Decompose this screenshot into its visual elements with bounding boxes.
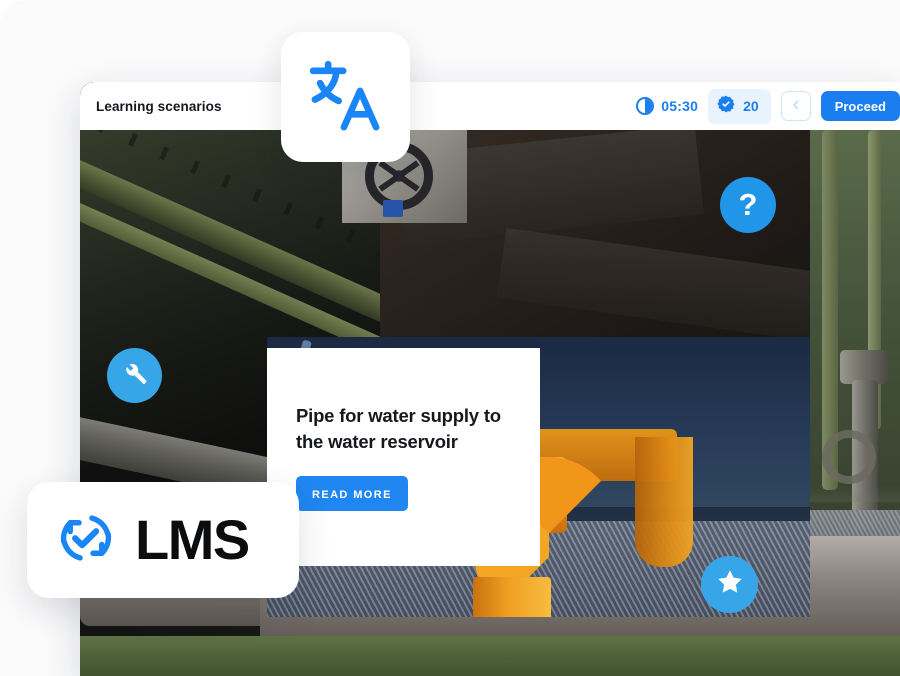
pie-clock-icon	[636, 97, 655, 115]
star-icon	[715, 567, 745, 602]
back-button[interactable]	[780, 91, 811, 121]
card-title: Pipe for water supply to the water reser…	[296, 405, 501, 452]
header-controls: 05:30 20 Proceed	[636, 82, 900, 130]
page-title: Learning scenarios	[96, 98, 222, 114]
maintenance-hotspot-button[interactable]	[107, 348, 162, 403]
right-valve-wheel-icon	[822, 430, 876, 484]
page-canvas: Pipe for water supply to the water reser…	[0, 0, 900, 676]
lms-logo-card: LMS	[27, 482, 299, 598]
translate-icon	[304, 53, 388, 142]
scenario-content-card: Pipe for water supply to the water reser…	[267, 348, 540, 566]
lms-wordmark: LMS	[135, 508, 250, 571]
chevron-left-icon	[790, 99, 802, 114]
timer-value: 05:30	[661, 98, 699, 114]
verified-check-badge-icon	[717, 95, 735, 118]
read-more-button[interactable]: READ MORE	[296, 475, 408, 511]
read-more-label: READ MORE	[312, 488, 392, 501]
app-header: Learning scenarios 05:30 20 Proceed	[80, 82, 900, 130]
achievement-hotspot-button[interactable]	[701, 556, 758, 613]
points-value: 20	[743, 98, 759, 114]
help-hotspot-button[interactable]: ?	[720, 177, 776, 233]
proceed-button[interactable]: Proceed	[820, 91, 900, 121]
timer: 05:30	[636, 97, 698, 115]
sync-check-icon	[55, 507, 117, 574]
points-badge[interactable]: 20	[708, 88, 771, 124]
proceed-label: Proceed	[834, 98, 886, 114]
wrench-icon	[121, 359, 149, 392]
question-mark-icon: ?	[738, 186, 758, 222]
translate-feature-card[interactable]	[281, 32, 410, 162]
